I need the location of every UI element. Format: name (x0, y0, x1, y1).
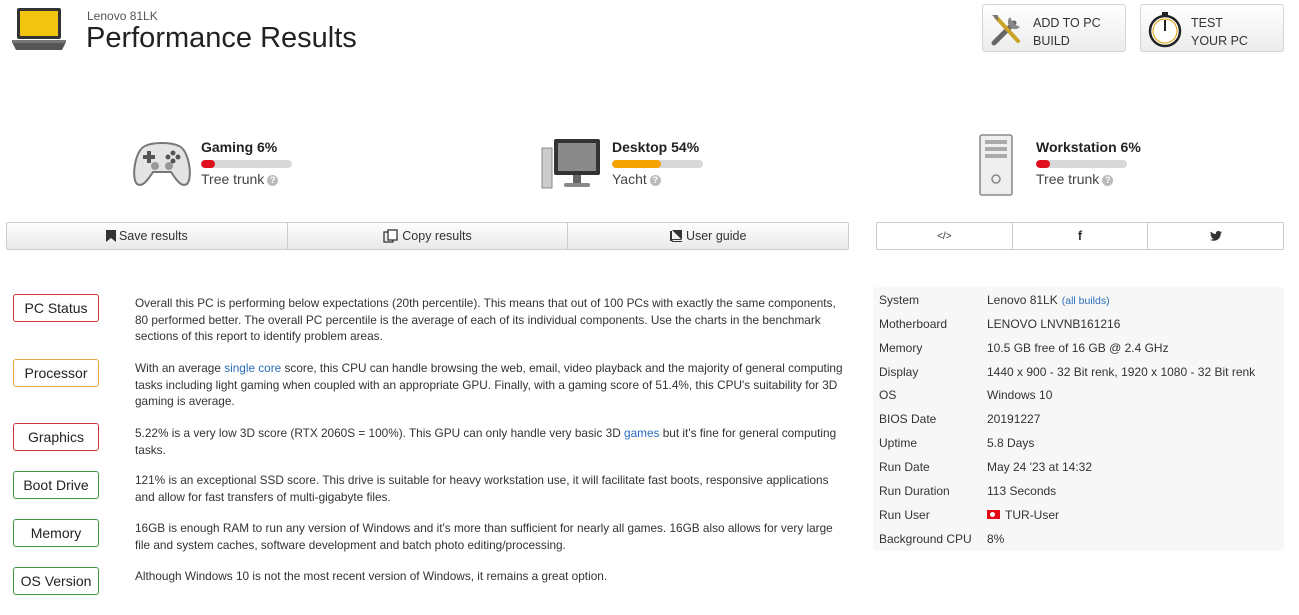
tag-processor[interactable]: Processor (13, 359, 99, 387)
help-icon[interactable]: ? (649, 175, 661, 186)
twitter-icon (1209, 231, 1222, 241)
gaming-progress-bar (201, 160, 292, 168)
os-version-description: Although Windows 10 is not the most rece… (135, 569, 608, 583)
tag-pc-status[interactable]: PC Status (13, 294, 99, 322)
uptime-value: 5.8 Days (987, 436, 1035, 450)
workstation-rank: Tree trunk? (1036, 171, 1114, 187)
gamepad-icon (133, 142, 191, 186)
workstation-progress-fill (1036, 160, 1050, 168)
bookmark-icon (105, 230, 116, 242)
test-pc-label: TEST (1191, 16, 1223, 30)
memory-label: Memory (879, 341, 923, 355)
run-date-value: May 24 '23 at 14:32 (987, 460, 1093, 474)
page-title: Performance Results (86, 22, 357, 54)
test-pc-label-2: YOUR PC (1191, 34, 1248, 48)
desktop-rank: Yacht? (612, 171, 661, 187)
run-user-label: Run User (879, 508, 930, 522)
share-bar: </> f (876, 222, 1284, 250)
tag-boot-drive[interactable]: Boot Drive (13, 471, 99, 499)
add-pc-label: ADD TO PC (1033, 16, 1101, 30)
os-value: Windows 10 (987, 388, 1053, 402)
tag-os-version[interactable]: OS Version (13, 567, 99, 595)
embed-icon: </> (937, 230, 952, 242)
motherboard-label: Motherboard (879, 317, 948, 331)
gaming-rank: Tree trunk? (201, 171, 279, 187)
bios-date-label: BIOS Date (879, 412, 937, 426)
memory-description: 16GB is enough RAM to run any version of… (135, 521, 833, 552)
bios-date-value: 20191227 (987, 412, 1041, 426)
memory-value: 10.5 GB free of 16 GB @ 2.4 GHz (987, 341, 1169, 355)
uptime-label: Uptime (879, 436, 918, 450)
facebook-button[interactable]: f (1013, 223, 1149, 249)
device-name: Lenovo 81LK (87, 9, 158, 23)
embed-button[interactable]: </> (877, 223, 1013, 249)
system-label: System (879, 293, 920, 307)
twitter-button[interactable] (1148, 223, 1283, 249)
run-duration-label: Run Duration (879, 484, 950, 498)
display-label: Display (879, 365, 919, 379)
facebook-icon: f (1077, 229, 1083, 243)
copy-results-button[interactable]: Copy results (288, 223, 569, 249)
processor-description: With an average single core score, this … (135, 361, 843, 408)
save-results-button[interactable]: Save results (7, 223, 288, 249)
graphics-description: 5.22% is a very low 3D score (RTX 2060S … (135, 426, 837, 457)
games-link[interactable]: games (624, 426, 659, 440)
monitor-icon (541, 139, 600, 189)
desktop-progress-bar (612, 160, 703, 168)
book-icon (669, 230, 682, 242)
workstation-score: Workstation 6% (1036, 139, 1141, 155)
laptop-icon (10, 6, 68, 57)
single-core-link[interactable]: single core (224, 361, 281, 375)
help-icon[interactable]: ? (267, 175, 279, 186)
user-guide-button[interactable]: User guide (568, 223, 848, 249)
tag-memory[interactable]: Memory (13, 519, 99, 547)
turkey-flag-icon (987, 510, 1000, 519)
background-cpu-label: Background CPU (879, 532, 972, 546)
add-to-pc-build-button[interactable]: ADD TO PC BUILD (982, 4, 1126, 52)
pc-status-description: Overall this PC is performing below expe… (135, 296, 836, 343)
test-your-pc-button[interactable]: TEST YOUR PC (1140, 4, 1284, 52)
desktop-score: Desktop 54% (612, 139, 700, 155)
results-actions-bar: Save results Copy results User guide (6, 222, 849, 250)
tools-icon (991, 15, 1020, 46)
boot-drive-description: 121% is an exceptional SSD score. This d… (135, 473, 829, 504)
add-pc-label-2: BUILD (1033, 34, 1070, 48)
tag-graphics[interactable]: Graphics (13, 423, 99, 451)
desktop-progress-fill (612, 160, 662, 168)
run-user-value: TUR-User (987, 508, 1059, 522)
tower-icon (979, 134, 1013, 196)
gaming-progress-fill (201, 160, 215, 168)
copy-icon (383, 229, 398, 243)
os-label: OS (879, 388, 897, 402)
gaming-score: Gaming 6% (201, 139, 278, 155)
all-builds-link[interactable]: (all builds) (1062, 295, 1110, 307)
workstation-progress-bar (1036, 160, 1127, 168)
run-duration-value: 113 Seconds (987, 484, 1057, 498)
system-value: Lenovo 81LK (all builds) (987, 293, 1110, 307)
motherboard-value: LENOVO LNVNB161216 (987, 317, 1121, 331)
help-icon[interactable]: ? (1102, 175, 1114, 186)
stopwatch-icon (1148, 12, 1182, 48)
background-cpu-value: 8% (987, 532, 1005, 546)
display-value: 1440 x 900 - 32 Bit renk, 1920 x 1080 - … (987, 365, 1256, 379)
run-date-label: Run Date (879, 460, 930, 474)
